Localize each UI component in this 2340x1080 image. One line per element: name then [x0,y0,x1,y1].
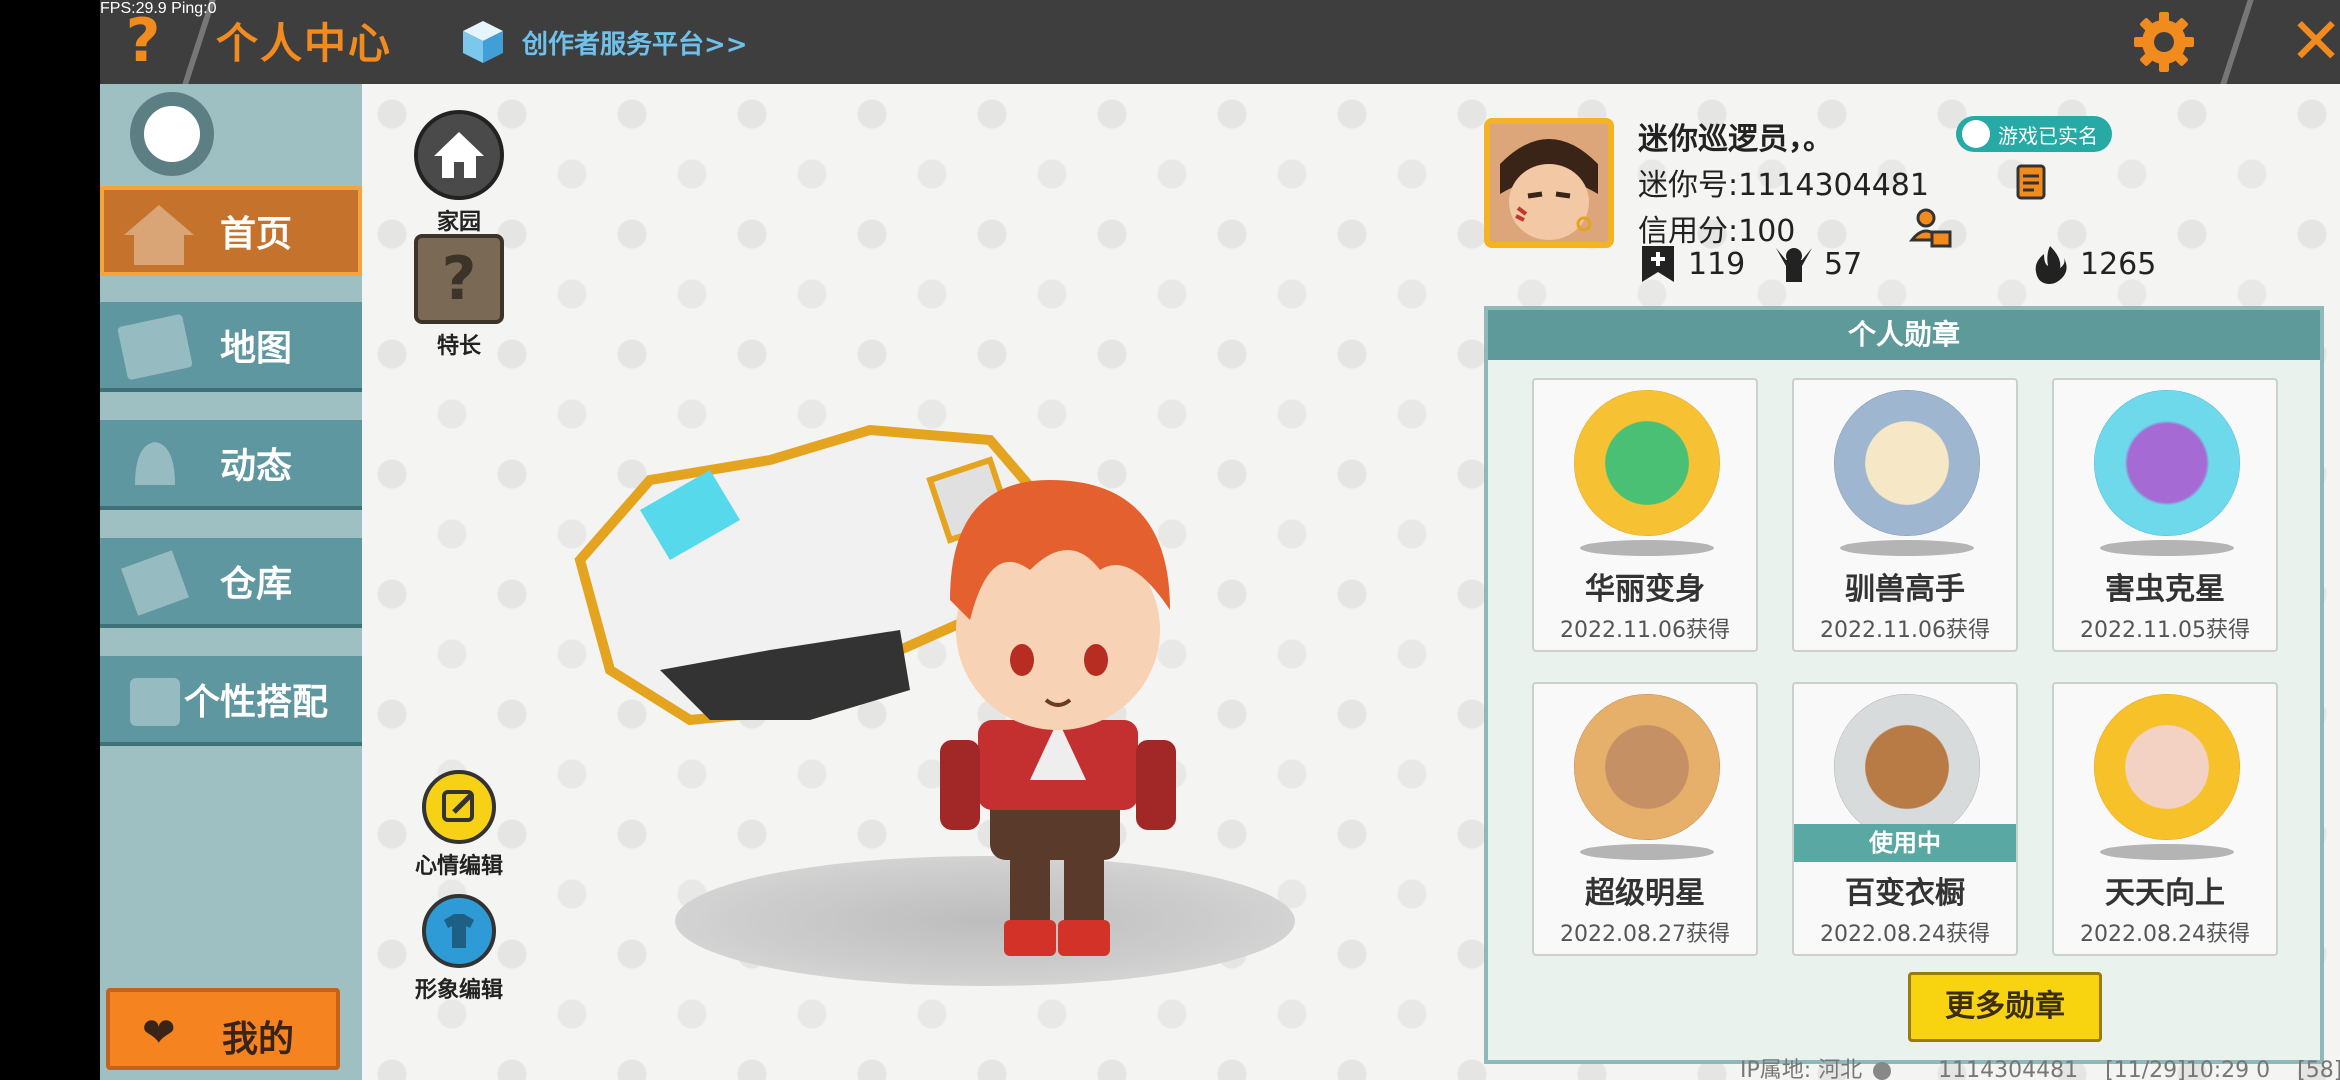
medal-shadow [2100,844,2234,860]
top-bar: ? 个人中心 创作者服务平台>> ✕ [100,0,2340,84]
profile-panel: 迷你巡逻员，。 游戏已实名 迷你号:1114304481 信用分:100 119 [1484,84,2340,304]
page-title: 个人中心 [216,19,393,68]
game-screen: ? 个人中心 创作者服务平台>> ✕ FPS:29.9 Ping:0 首页 地图… [100,0,2340,1080]
home-button[interactable]: 家园 [404,110,514,236]
medal-icon [1574,694,1720,840]
appearance-edit-button[interactable]: 形象编辑 [404,894,514,1004]
user-check-icon [1962,120,1990,148]
badges-panel: 个人勋章 华丽变身 2022.11.06获得 驯兽高手 2022.11.06获得… [1484,306,2324,1064]
gear-icon[interactable] [2130,8,2198,76]
divider [2220,0,2254,84]
fans-icon [1774,244,1814,284]
badge-name: 天天向上 [2105,876,2225,911]
sidebar-item-label: 仓库 [219,564,292,605]
badge-name: 华丽变身 [1585,572,1705,607]
medal-shadow [1840,540,1974,556]
info-icon[interactable] [1873,1062,1892,1080]
badge-date: 2022.08.24获得 [2080,922,2250,947]
badge-name: 百变衣橱 [1845,876,1965,911]
sidebar-item-map[interactable]: 地图 [100,302,362,392]
sidebar-item-home[interactable]: 首页 [100,186,362,276]
mini-id: 迷你号:1114304481 [1638,168,1929,203]
cube-icon [460,19,506,65]
badge-date: 2022.11.06获得 [1820,618,1990,643]
skill-button[interactable]: ? 特长 [404,234,514,360]
stat-fans[interactable]: 57 [1774,244,1862,284]
medal-icon [2094,390,2240,536]
badge-name: 超级明星 [1585,876,1705,911]
creator-platform-link[interactable]: 创作者服务平台>> [460,18,748,66]
sidebar-item-warehouse[interactable]: 仓库 [100,538,362,628]
stat-follow[interactable]: 119 [1638,244,1745,284]
badge-date: 2022.08.27获得 [1560,922,1730,947]
mood-edit-button[interactable]: 心情编辑 [404,770,514,880]
badge-card[interactable]: 驯兽高手 2022.11.06获得 [1792,378,2018,652]
copy-icon[interactable] [2012,162,2048,202]
avatar[interactable] [1484,118,1614,248]
medal-icon [1834,390,1980,536]
badges-header: 个人勋章 [1488,310,2320,360]
sidebar-item-label: 地图 [219,328,292,369]
stat-value: 119 [1688,246,1746,282]
stat-value: 57 [1824,246,1863,282]
badge-card[interactable]: 害虫克星 2022.11.05获得 [2052,378,2278,652]
creator-platform-label: 创作者服务平台>> [522,29,748,60]
house-icon [414,110,504,200]
heart-icon: ❤ [142,1010,176,1056]
medal-icon [1574,390,1720,536]
sidebar-item-label: 首页 [219,214,292,255]
in-use-banner: 使用中 [1794,824,2016,862]
footer-time: [11/29]10:29 0 [2105,1058,2271,1080]
close-icon[interactable]: ✕ [2286,8,2340,76]
footer-info: IP属地: 河北 1114304481 [11/29]10:29 0 [58]1… [1740,1052,2340,1080]
badge-card[interactable]: 使用中 百变衣橱 2022.08.24获得 [1792,682,2018,956]
plus-bookmark-icon [1638,244,1678,284]
skill-label: 特长 [436,334,481,359]
sidebar-item-feed[interactable]: 动态 [100,420,362,510]
verified-badge: 游戏已实名 [1956,116,2112,152]
badge-card[interactable]: 天天向上 2022.08.24获得 [2052,682,2278,956]
medal-shadow [1580,844,1714,860]
mine-button[interactable]: ❤ 我的 [106,988,340,1070]
sidebar: 首页 地图 动态 仓库 个性搭配 ❤ 我的 [100,84,362,1080]
appearance-edit-label: 形象编辑 [414,978,503,1003]
badge-card[interactable]: 华丽变身 2022.11.06获得 [1532,378,1758,652]
sidebar-item-label: 动态 [219,446,292,487]
stat-value: 1265 [2080,246,2157,282]
character-model [574,424,1176,956]
medal-shadow [2100,540,2234,556]
mood-edit-label: 心情编辑 [414,854,503,879]
badge-card[interactable]: 超级明星 2022.08.27获得 [1532,682,1758,956]
shirt-icon [422,894,496,968]
home-label: 家园 [436,210,481,235]
footer-uid: 1114304481 [1938,1058,2079,1080]
verified-label: 游戏已实名 [1998,123,2098,148]
medal-icon [1834,694,1980,840]
badge-name: 害虫克星 [2105,572,2225,607]
mine-label: 我的 [222,1019,295,1060]
stat-heat[interactable]: 1265 [2030,244,2156,284]
sidebar-item-outfit[interactable]: 个性搭配 [100,656,362,746]
medal-icon [2094,694,2240,840]
medal-shadow [1580,540,1714,556]
question-box-icon: ? [414,234,504,324]
more-badges-button[interactable]: 更多勋章 [1908,972,2102,1042]
player-name: 迷你巡逻员，。 [1638,122,1833,157]
flame-icon [2030,244,2070,284]
badge-name: 驯兽高手 [1845,572,1965,607]
ip-location: IP属地: 河北 [1740,1058,1863,1080]
badge-date: 2022.11.06获得 [1560,618,1730,643]
edit-pencil-icon [422,770,496,844]
badge-date: 2022.11.05获得 [2080,618,2250,643]
sidebar-item-label: 个性搭配 [183,682,328,723]
footer-version: [58]1.20.10 [2297,1058,2340,1080]
toggle-button[interactable] [130,92,214,176]
credit-info-icon[interactable] [1908,206,1952,250]
badge-date: 2022.08.24获得 [1820,922,1990,947]
fps-readout: FPS:29.9 Ping:0 [100,0,217,17]
